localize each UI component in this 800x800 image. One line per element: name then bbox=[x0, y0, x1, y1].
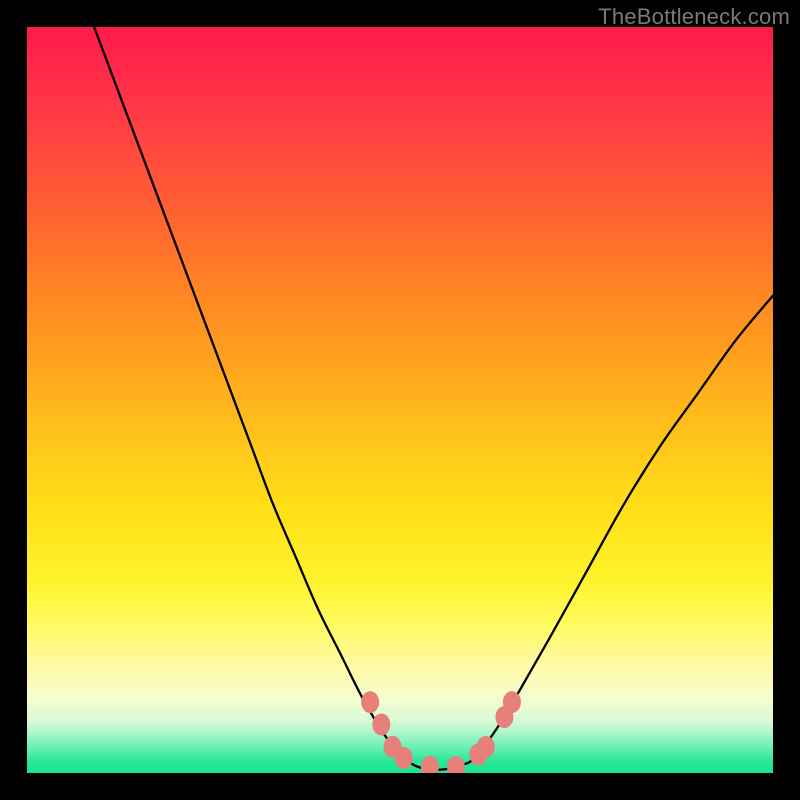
marker-point bbox=[361, 691, 379, 713]
curve-svg bbox=[27, 27, 773, 773]
marker-point bbox=[477, 736, 495, 758]
marker-point bbox=[395, 747, 413, 769]
bottleneck-curve bbox=[94, 27, 773, 770]
marker-point bbox=[447, 756, 465, 773]
marker-point bbox=[421, 756, 439, 773]
chart-frame: TheBottleneck.com bbox=[0, 0, 800, 800]
marker-group bbox=[361, 691, 521, 773]
plot-area bbox=[27, 27, 773, 773]
marker-point bbox=[503, 691, 521, 713]
marker-point bbox=[372, 714, 390, 736]
